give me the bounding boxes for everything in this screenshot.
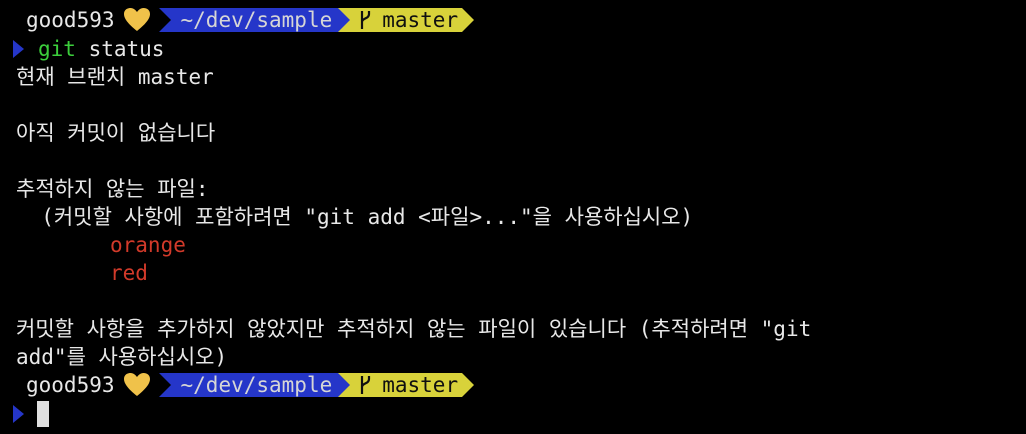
prompt-branch: master — [382, 8, 459, 32]
command-line: git status — [38, 35, 164, 63]
prompt-git-segment: master — [350, 373, 463, 397]
yellow-heart-icon — [123, 373, 150, 396]
segment-start — [158, 8, 171, 32]
prompt-caret-icon — [13, 405, 24, 423]
prompt-segments: ~/dev/sample master — [158, 8, 475, 32]
untracked-file: red — [110, 261, 148, 285]
prompt-user: good593 — [26, 373, 115, 397]
segment-separator — [338, 8, 351, 32]
prompt-segments: ~/dev/sample master — [158, 373, 475, 397]
prompt-branch: master — [382, 373, 459, 397]
git-branch-icon — [361, 11, 371, 29]
git-branch-icon — [361, 376, 371, 394]
output-line: add"를 사용하십시오) — [16, 345, 228, 369]
terminal-window[interactable]: good593 ~/dev/sample master git status 현… — [0, 0, 1026, 434]
segment-separator — [338, 373, 351, 397]
prompt-path: ~/dev/sample — [170, 8, 339, 32]
prompt-line: good593 ~/dev/sample master — [0, 372, 475, 398]
prompt-user: good593 — [26, 8, 115, 32]
segment-end — [462, 8, 475, 32]
yellow-heart-icon — [123, 8, 150, 31]
untracked-file: orange — [110, 233, 186, 257]
text-cursor[interactable] — [37, 401, 49, 427]
output-line: 아직 커밋이 없습니다 — [16, 121, 216, 145]
segment-end — [462, 373, 475, 397]
segment-start — [158, 373, 171, 397]
command-name: git — [38, 37, 76, 61]
output-line: 커밋할 사항을 추가하지 않았지만 추적하지 않는 파일이 있습니다 (추적하려… — [16, 317, 812, 341]
prompt-path: ~/dev/sample — [170, 373, 339, 397]
output-line: 현재 브랜치 master — [16, 65, 214, 89]
prompt-caret-icon — [13, 40, 24, 58]
output-line: (커밋할 사항에 포함하려면 "git add <파일>..."을 사용하십시오… — [16, 205, 694, 229]
command-args: status — [75, 37, 165, 61]
prompt-line: good593 ~/dev/sample master — [0, 7, 475, 33]
output-line: 추적하지 않는 파일: — [16, 177, 209, 201]
prompt-git-segment: master — [350, 8, 463, 32]
